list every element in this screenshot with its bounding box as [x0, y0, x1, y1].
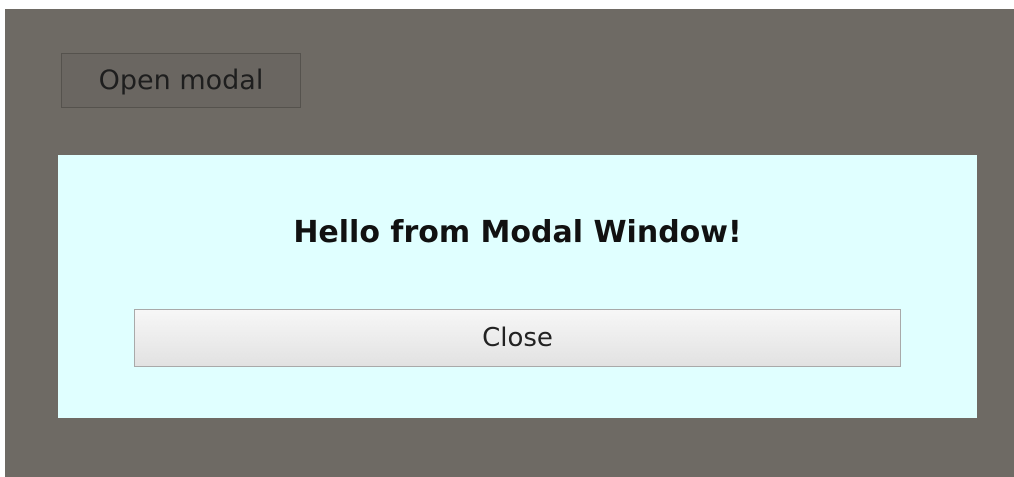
page-overlay: Open modal Hello from Modal Window! Clos… — [5, 9, 1014, 477]
modal-title: Hello from Modal Window! — [293, 215, 742, 250]
modal-window: Hello from Modal Window! Close — [58, 155, 977, 418]
open-modal-button[interactable]: Open modal — [61, 53, 301, 108]
close-button[interactable]: Close — [134, 309, 901, 367]
